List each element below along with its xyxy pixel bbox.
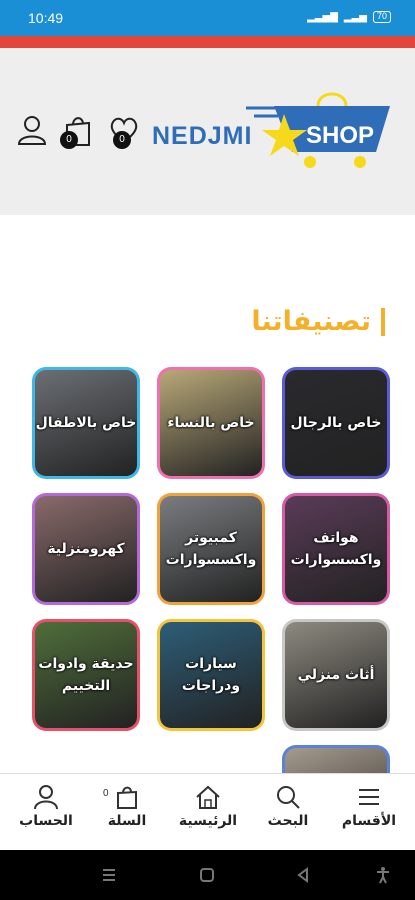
signal-icon: ▂▃▅▇ (307, 11, 338, 23)
bottom-nav: الأقسام البحث الرئيسية السلة 0 الحساب (0, 773, 415, 850)
category-label: كمبيوتر واكسسوارات (165, 530, 257, 568)
category-label: هواتف واكسسوارات (290, 530, 382, 568)
nav-cart[interactable]: السلة (87, 784, 167, 829)
category-image: أثاث منزلي (285, 622, 387, 728)
section-title-text: تصنيفاتنا (251, 306, 371, 337)
home-icon (196, 785, 220, 809)
title-bar (381, 307, 385, 336)
category-tile[interactable]: كمبيوتر واكسسوارات (157, 493, 265, 605)
nav-account-label: الحساب (19, 813, 73, 829)
category-label: خاص بالاطفال (35, 415, 137, 431)
brand-strip (0, 36, 415, 48)
status-bar: 10:49 ▂▃▅▇ ▂▃▅ 70 (0, 0, 415, 36)
category-tile[interactable]: خاص بالرجال (282, 367, 390, 479)
nav-categories[interactable]: الأقسام (329, 784, 409, 829)
category-label: أثاث منزلي (297, 667, 375, 683)
cart-count-badge: 0 (60, 131, 78, 149)
category-image: هواتف واكسسوارات (285, 496, 387, 602)
nav-search-label: البحث (267, 813, 309, 829)
nav-home-label: الرئيسية (178, 813, 238, 829)
category-tile[interactable]: حديقة وادوات التخييم (32, 619, 140, 731)
category-label: خاص بالنساء (167, 415, 255, 431)
nav-cart-label: السلة (107, 813, 147, 829)
recent-apps-icon[interactable] (100, 866, 118, 884)
category-label: حديقة وادوات التخييم (38, 656, 134, 694)
wishlist-count-badge: 0 (113, 131, 131, 149)
menu-icon (359, 789, 379, 805)
category-image: خاص بالنساء (160, 370, 262, 476)
section-title: تصنيفاتنا (251, 306, 385, 337)
nav-account[interactable]: الحساب (6, 784, 86, 829)
category-tile[interactable]: أثاث منزلي (282, 619, 390, 731)
category-image: خاص بالرجال (285, 370, 387, 476)
category-image: سيارات ودراجات (160, 622, 262, 728)
category-image: كهرومنزلية (35, 496, 137, 602)
nav-search[interactable]: البحث (248, 784, 328, 829)
nav-cart-badge: 0 (103, 788, 109, 799)
person-icon (34, 785, 58, 810)
account-button[interactable] (16, 113, 48, 147)
search-icon (277, 786, 300, 809)
nav-categories-label: الأقسام (341, 813, 397, 829)
logo-text: NEDJMI (152, 122, 253, 150)
logo-shop-text: SHOP (306, 122, 375, 149)
battery-icon: 70 (372, 11, 391, 23)
home-system-icon[interactable] (198, 866, 216, 884)
category-tile[interactable]: كهرومنزلية (32, 493, 140, 605)
back-icon[interactable] (294, 866, 312, 884)
cart-button[interactable]: 0 (60, 113, 94, 149)
category-tile[interactable]: خاص بالاطفال (32, 367, 140, 479)
status-time: 10:49 (28, 10, 64, 26)
accessibility-icon[interactable] (374, 866, 392, 884)
system-nav-bar (0, 850, 415, 900)
category-image: خاص بالاطفال (35, 370, 137, 476)
category-tile[interactable]: هواتف واكسسوارات (282, 493, 390, 605)
wishlist-button[interactable]: 0 (108, 113, 140, 149)
category-tile[interactable]: سيارات ودراجات (157, 619, 265, 731)
status-icons: ▂▃▅▇ ▂▃▅ 70 (307, 11, 391, 23)
user-icon (17, 116, 47, 145)
category-image: كمبيوتر واكسسوارات (160, 496, 262, 602)
category-image: حديقة وادوات التخييم (35, 622, 137, 728)
nav-home[interactable]: الرئيسية (168, 784, 248, 829)
signal-icon-2: ▂▃▅ (343, 11, 367, 23)
cart-bag-icon (117, 786, 137, 809)
category-label: سيارات ودراجات (181, 656, 241, 694)
category-tile[interactable]: خاص بالنساء (157, 367, 265, 479)
category-label: كهرومنزلية (47, 541, 125, 557)
category-label: خاص بالرجال (290, 415, 382, 431)
